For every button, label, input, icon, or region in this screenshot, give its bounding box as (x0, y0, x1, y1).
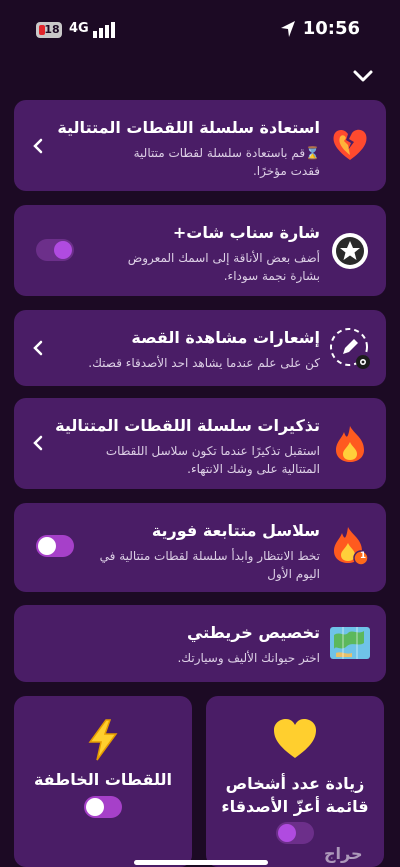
card-instant-streaks[interactable]: 1 سلاسل متتابعة فورية تخط الانتظار وابدأ… (14, 503, 386, 592)
instant-streaks-toggle[interactable] (36, 535, 74, 557)
card-description: استقبل تذكيرًا عندما تكون سلاسل اللقطات … (105, 444, 320, 476)
card-description: كن على علم عندما يشاهد احد الأصدقاء قصتك… (88, 356, 320, 370)
story-eye-icon (328, 326, 372, 370)
signal-bars-icon (93, 22, 115, 38)
yellow-heart-icon (206, 718, 384, 770)
card-title: إشعارات مشاهدة القصة (131, 328, 320, 347)
card-description: ⌛قم باستعادة سلسلة لقطات متتالية فقدت مؤ… (133, 146, 320, 178)
toggle-knob (54, 241, 72, 259)
watermark: حراج (324, 844, 363, 863)
card-title: تذكيرات سلسلة اللقطات المتتالية (55, 416, 320, 435)
card-description: تخط الانتظار وابدأ سلسلة لقطات متتالية ف… (99, 549, 320, 581)
star-badge-icon (328, 229, 372, 273)
collapse-chevron-icon[interactable] (352, 66, 374, 86)
card-title: استعادة سلسلة اللقطات المتتالية (57, 118, 320, 137)
location-arrow-icon (280, 20, 296, 38)
flash-snaps-toggle[interactable] (84, 796, 122, 818)
card-story-view-notifications[interactable]: إشعارات مشاهدة القصة كن على علم عندما يش… (14, 310, 386, 386)
map-icon (328, 621, 372, 665)
tile-label: اللقطات الخاطفة (33, 770, 173, 789)
notification-count-badge: 18 (36, 22, 62, 38)
instant-streak-badge-count: 1 (359, 551, 367, 561)
card-title: سلاسل متتابعة فورية (151, 521, 320, 540)
card-title: شارة سناب شات+ (172, 223, 320, 242)
status-bar: 10:56 18 4G (0, 0, 400, 60)
home-indicator[interactable] (134, 860, 268, 865)
network-type: 4G (69, 21, 89, 36)
snapchat-plus-badge-toggle[interactable] (36, 239, 74, 261)
lightning-icon (14, 718, 192, 772)
tile-best-friends-list[interactable]: زيادة عدد أشخاص قائمة أعزّ الأصدقاء (206, 696, 384, 867)
card-title: تخصيص خريطتي (186, 623, 320, 642)
card-description: اختر حيوانك الأليف وسيارتك. (177, 651, 320, 665)
card-snapchat-plus-badge[interactable]: شارة سناب شات+ أضف بعض الأناقة إلى اسمك … (14, 205, 386, 296)
chevron-left-icon[interactable] (32, 340, 44, 356)
toggle-knob (278, 824, 296, 842)
status-time: 10:56 (302, 18, 360, 39)
tile-flash-snaps[interactable]: اللقطات الخاطفة (14, 696, 192, 867)
fire-badge-icon: 1 (328, 523, 372, 567)
card-streak-reminders[interactable]: تذكيرات سلسلة اللقطات المتتالية استقبل ت… (14, 398, 386, 489)
chevron-left-icon[interactable] (32, 435, 44, 451)
fire-icon (328, 422, 372, 466)
card-description: أضف بعض الأناقة إلى اسمك المعروض بشارة ن… (127, 251, 320, 283)
best-friends-toggle[interactable] (276, 822, 314, 844)
toggle-knob (86, 798, 104, 816)
chevron-left-icon[interactable] (32, 138, 44, 154)
broken-heart-fire-icon (328, 122, 372, 166)
toggle-knob (38, 537, 56, 555)
card-customize-my-map[interactable]: تخصيص خريطتي اختر حيوانك الأليف وسيارتك. (14, 605, 386, 682)
tile-label: زيادة عدد أشخاص قائمة أعزّ الأصدقاء (221, 774, 369, 816)
card-streak-restore[interactable]: استعادة سلسلة اللقطات المتتالية ⌛قم باست… (14, 100, 386, 191)
